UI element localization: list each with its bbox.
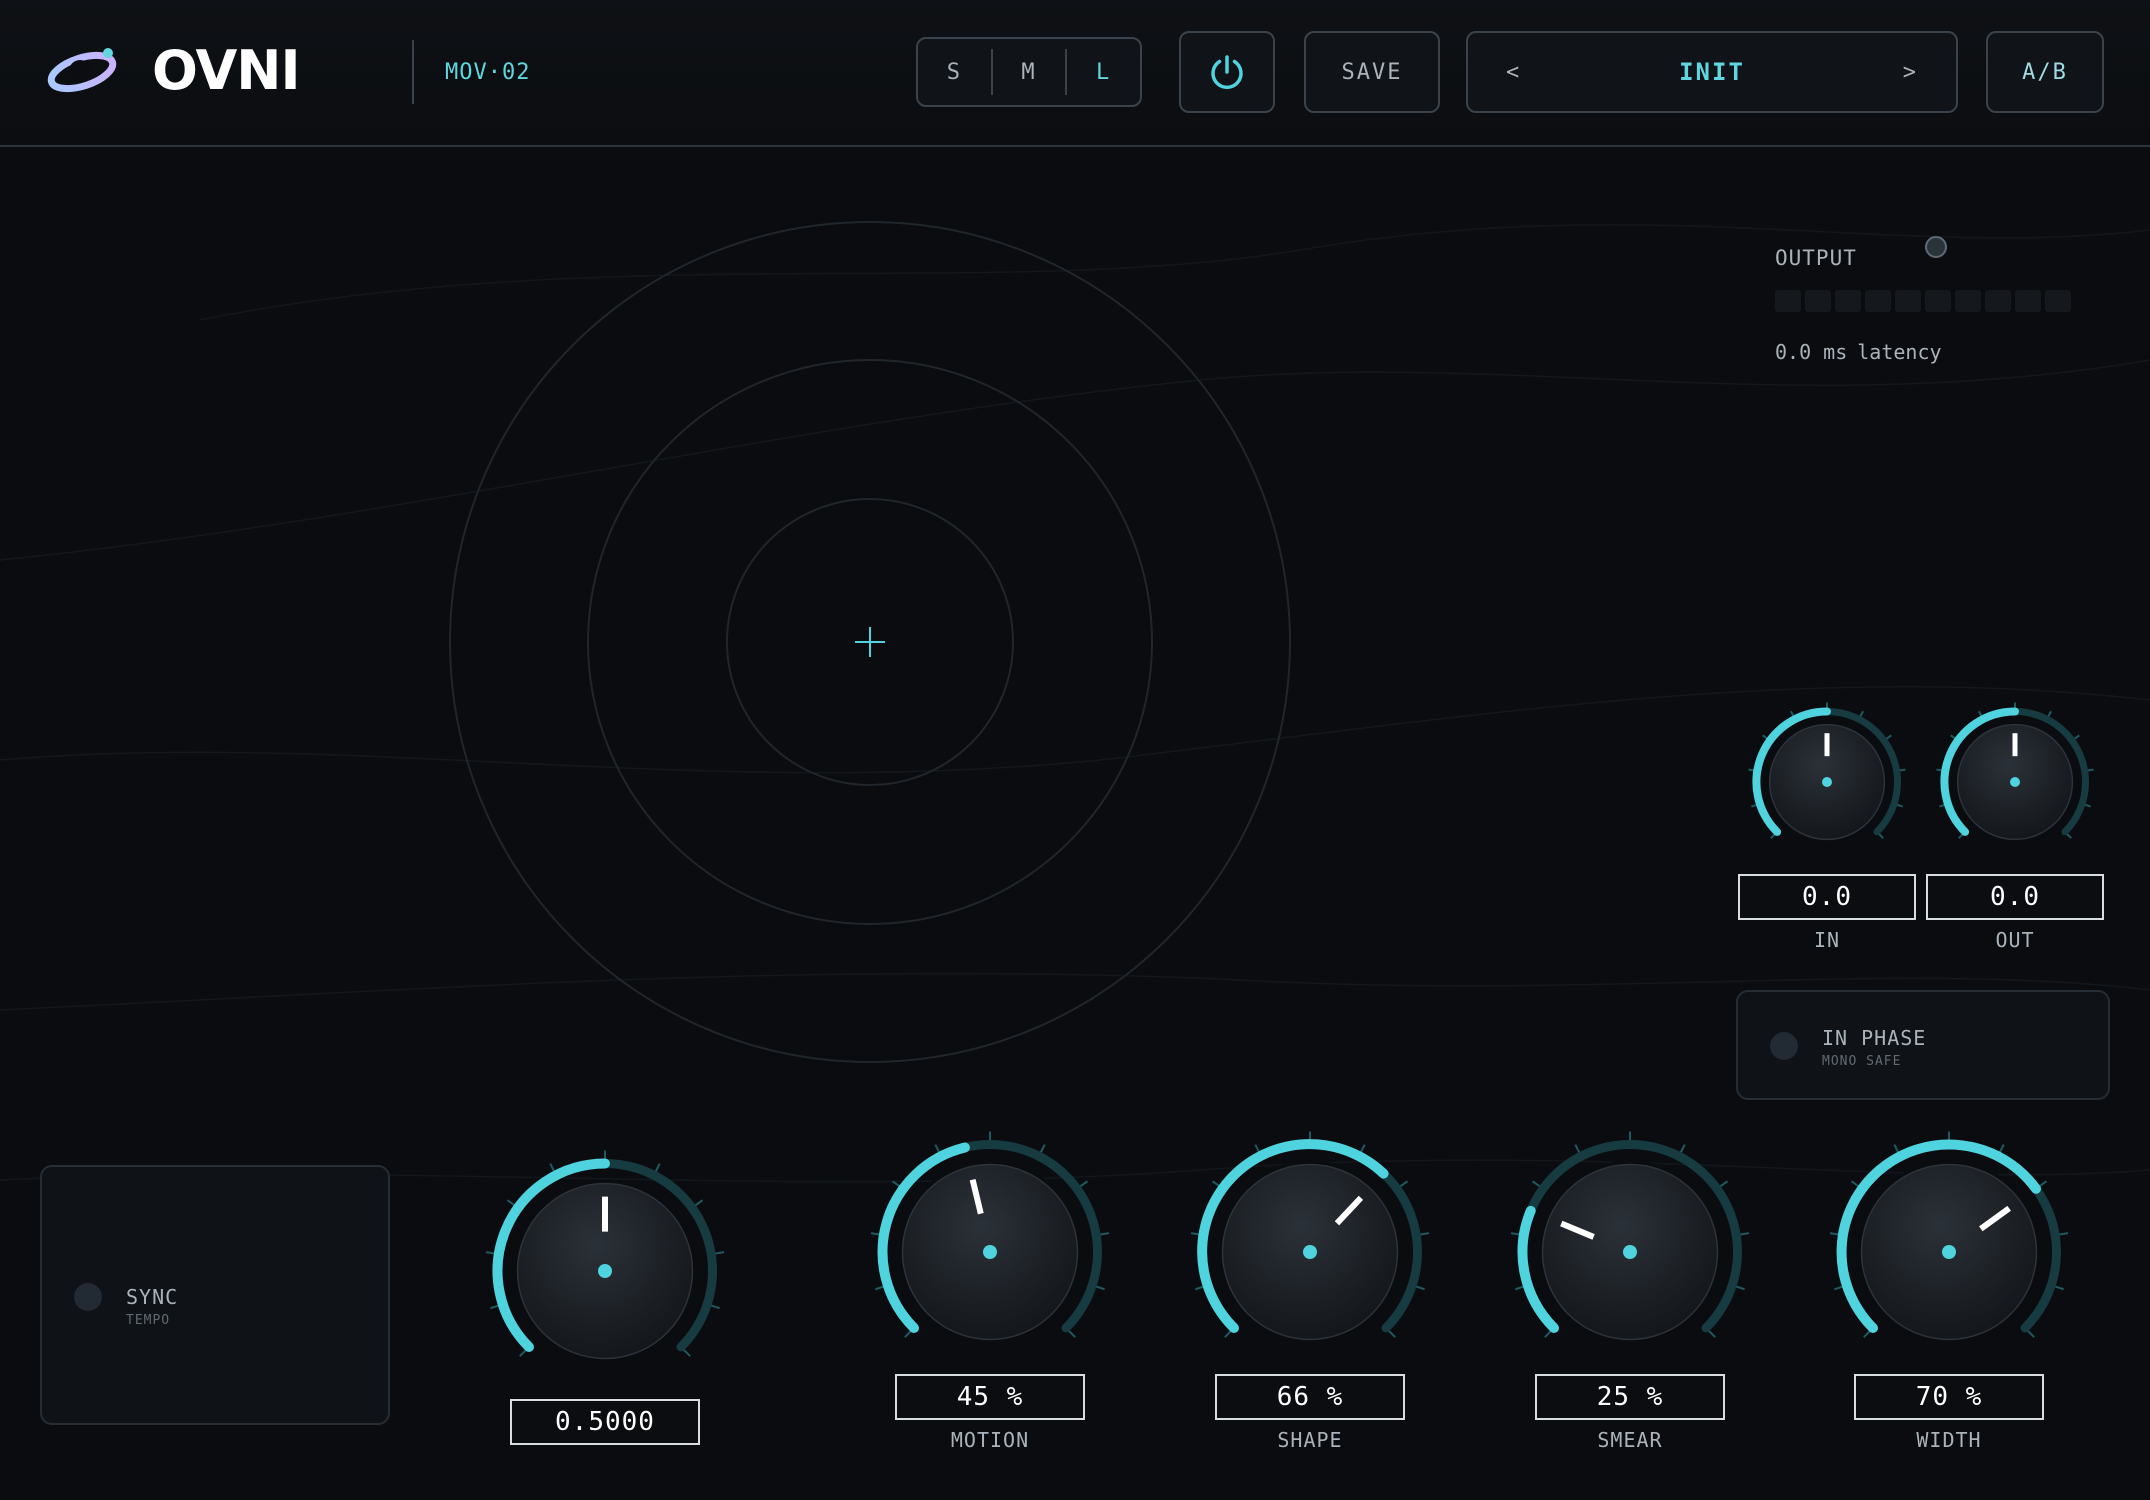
meter-segment — [1955, 290, 1981, 312]
power-button[interactable] — [1179, 31, 1275, 113]
knob-center-dot — [1623, 1245, 1637, 1259]
motion-knob[interactable] — [865, 1127, 1115, 1377]
rate-value[interactable]: 0.5000 — [510, 1399, 700, 1445]
ab-compare-button[interactable]: A/B — [1986, 31, 2104, 113]
knob-center-dot — [598, 1264, 612, 1278]
output-label: OUTPUT — [1775, 246, 1857, 270]
sync-toggle[interactable]: SYNC TEMPO — [40, 1165, 390, 1425]
sync-subtitle: TEMPO — [126, 1313, 171, 1328]
preset-name[interactable]: INIT — [1679, 58, 1745, 86]
latency-value: 0.0 ms — [1775, 340, 1848, 364]
size-button-l[interactable]: L — [1067, 60, 1140, 85]
in-gain-label: IN — [1813, 928, 1841, 952]
model-label: MOV·02 — [445, 60, 531, 85]
output-meter — [1775, 290, 2071, 312]
in-phase-toggle[interactable]: IN PHASE MONO SAFE — [1736, 990, 2110, 1100]
meter-segment — [2015, 290, 2041, 312]
in-phase-subtitle: MONO SAFE — [1822, 1054, 1902, 1069]
sync-indicator — [74, 1283, 102, 1311]
smear-value[interactable]: 25 % — [1535, 1374, 1725, 1420]
preset-prev-button[interactable]: < — [1506, 60, 1521, 85]
width-label: WIDTH — [1916, 1428, 1982, 1452]
rate-knob[interactable] — [480, 1146, 730, 1396]
shape-knob[interactable] — [1185, 1127, 1435, 1377]
size-button-s[interactable]: S — [918, 60, 991, 85]
meter-segment — [1985, 290, 2011, 312]
size-selector: S M L — [916, 37, 1142, 107]
knob-center-dot — [983, 1245, 997, 1259]
knob-center-dot — [1822, 777, 1832, 787]
smear-label: SMEAR — [1597, 1428, 1663, 1452]
power-icon — [1211, 55, 1243, 90]
in-phase-indicator — [1770, 1032, 1798, 1060]
out-gain-label: OUT — [1995, 928, 2035, 952]
meter-segment — [2045, 290, 2071, 312]
save-button[interactable]: SAVE — [1304, 31, 1440, 113]
size-button-m[interactable]: M — [993, 60, 1066, 85]
meter-segment — [1865, 290, 1891, 312]
knob-center-dot — [1942, 1245, 1956, 1259]
sync-title: SYNC — [126, 1285, 179, 1309]
meter-segment — [1775, 290, 1801, 312]
preset-next-button[interactable]: > — [1903, 60, 1918, 85]
header-bar: OVNI MOV·02 S M L SAVE < INIT > A/B — [0, 0, 2150, 147]
header-divider — [412, 40, 414, 104]
meter-segment — [1895, 290, 1921, 312]
crosshair-icon[interactable] — [855, 627, 885, 657]
out-gain-knob[interactable] — [1933, 700, 2097, 864]
knob-center-dot — [1303, 1245, 1317, 1259]
out-gain-value[interactable]: 0.0 — [1926, 874, 2104, 920]
in-gain-knob[interactable] — [1745, 700, 1909, 864]
smear-knob[interactable] — [1505, 1127, 1755, 1377]
latency-unit: latency — [1857, 340, 1942, 364]
meter-segment — [1925, 290, 1951, 312]
width-knob[interactable] — [1824, 1127, 2074, 1377]
shape-label: SHAPE — [1277, 1428, 1343, 1452]
meter-segment — [1835, 290, 1861, 312]
in-gain-value[interactable]: 0.0 — [1738, 874, 1916, 920]
output-indicator[interactable] — [1925, 236, 1947, 258]
shape-value[interactable]: 66 % — [1215, 1374, 1405, 1420]
width-value[interactable]: 70 % — [1854, 1374, 2044, 1420]
knob-center-dot — [2010, 777, 2020, 787]
preset-browser: < INIT > — [1466, 31, 1958, 113]
brand-title: OVNI — [152, 39, 301, 102]
motion-value[interactable]: 45 % — [895, 1374, 1085, 1420]
meter-segment — [1805, 290, 1831, 312]
latency-readout: 0.0 ms latency — [1775, 338, 1942, 366]
in-phase-title: IN PHASE — [1822, 1026, 1927, 1050]
motion-label: MOTION — [950, 1428, 1030, 1452]
ovni-logo-icon — [47, 48, 117, 93]
